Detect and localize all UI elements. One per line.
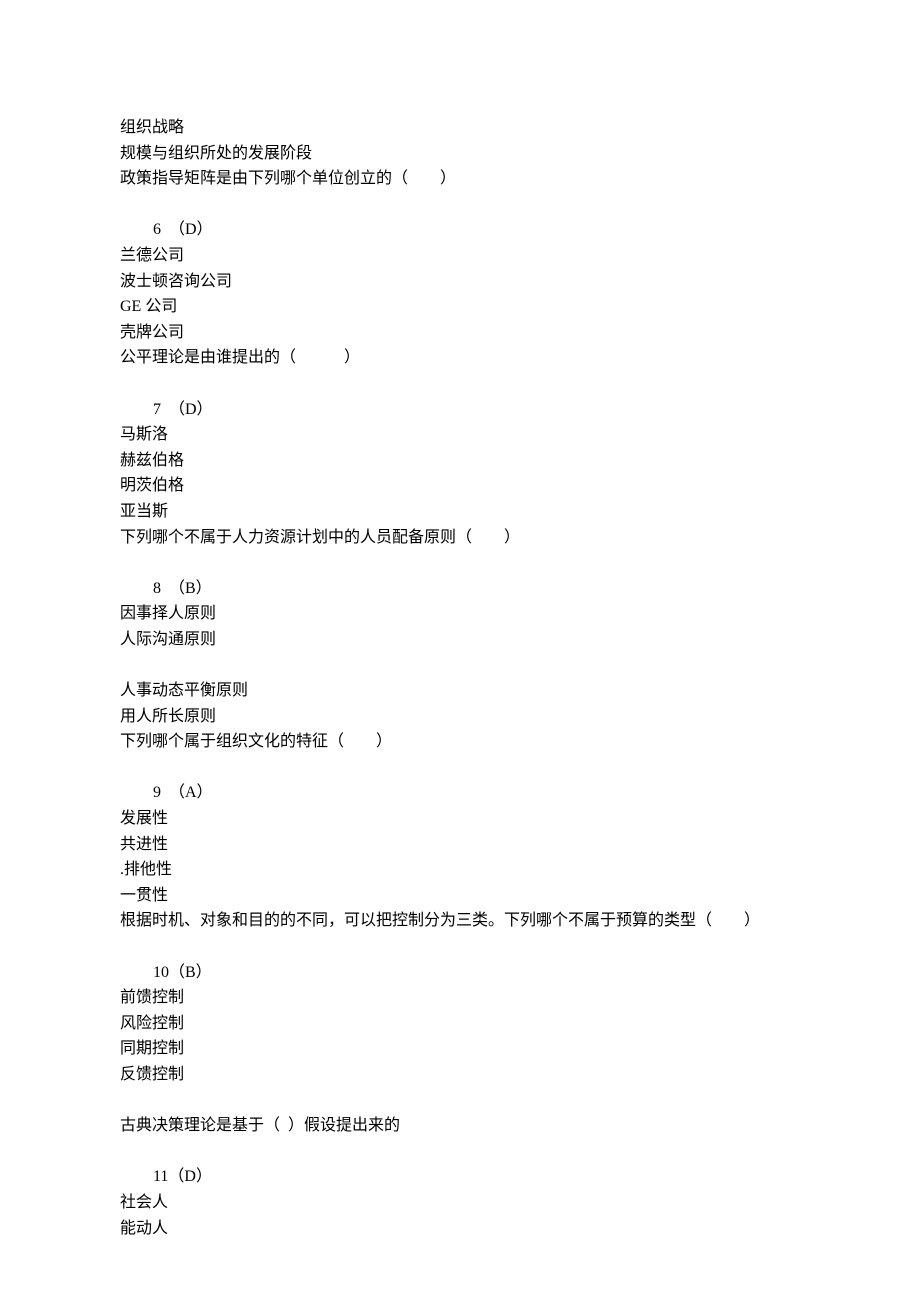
text-line: 共进性	[120, 832, 800, 858]
question-header-9: 9 （A）	[120, 780, 800, 806]
text-line: 壳牌公司	[120, 320, 800, 346]
question-header-6: 6 （D）	[120, 217, 800, 243]
text-line: GE 公司	[120, 294, 800, 320]
blank-line	[120, 755, 800, 781]
text-line: 明茨伯格	[120, 473, 800, 499]
question-header-11: 11（D）	[120, 1164, 800, 1190]
text-line: 规模与组织所处的发展阶段	[120, 141, 800, 167]
text-line: 用人所长原则	[120, 704, 800, 730]
text-line: 因事择人原则	[120, 601, 800, 627]
text-line: 根据时机、对象和目的的不同，可以把控制分为三类。下列哪个不属于预算的类型（ ）	[120, 908, 800, 934]
text-line: 反馈控制	[120, 1062, 800, 1088]
blank-line	[120, 550, 800, 576]
text-line: 赫兹伯格	[120, 448, 800, 474]
text-line: 政策指导矩阵是由下列哪个单位创立的（ ）	[120, 166, 800, 192]
text-line: 波士顿咨询公司	[120, 269, 800, 295]
text-line: 能动人	[120, 1216, 800, 1242]
text-line: 同期控制	[120, 1036, 800, 1062]
question-header-8: 8 （B）	[120, 576, 800, 602]
question-header-7: 7 （D）	[120, 397, 800, 423]
text-line: 兰德公司	[120, 243, 800, 269]
text-line: 人际沟通原则	[120, 627, 800, 653]
text-line: 发展性	[120, 806, 800, 832]
blank-line	[120, 652, 800, 678]
text-line: 社会人	[120, 1190, 800, 1216]
text-line: 马斯洛	[120, 422, 800, 448]
text-line: 下列哪个不属于人力资源计划中的人员配备原则（ ）	[120, 525, 800, 551]
text-line: 风险控制	[120, 1011, 800, 1037]
text-line: 一贯性	[120, 883, 800, 909]
text-line: 下列哪个属于组织文化的特征（ ）	[120, 729, 800, 755]
blank-line	[120, 371, 800, 397]
blank-line	[120, 934, 800, 960]
text-line: 人事动态平衡原则	[120, 678, 800, 704]
text-line: 组织战略	[120, 115, 800, 141]
text-line: 亚当斯	[120, 499, 800, 525]
text-line: .排他性	[120, 857, 800, 883]
text-line: 前馈控制	[120, 985, 800, 1011]
text-line: 古典决策理论是基于（ ）假设提出来的	[120, 1113, 800, 1139]
blank-line	[120, 1088, 800, 1114]
question-header-10: 10（B）	[120, 960, 800, 986]
blank-line	[120, 192, 800, 218]
text-line: 公平理论是由谁提出的（ ）	[120, 345, 800, 371]
blank-line	[120, 1139, 800, 1165]
